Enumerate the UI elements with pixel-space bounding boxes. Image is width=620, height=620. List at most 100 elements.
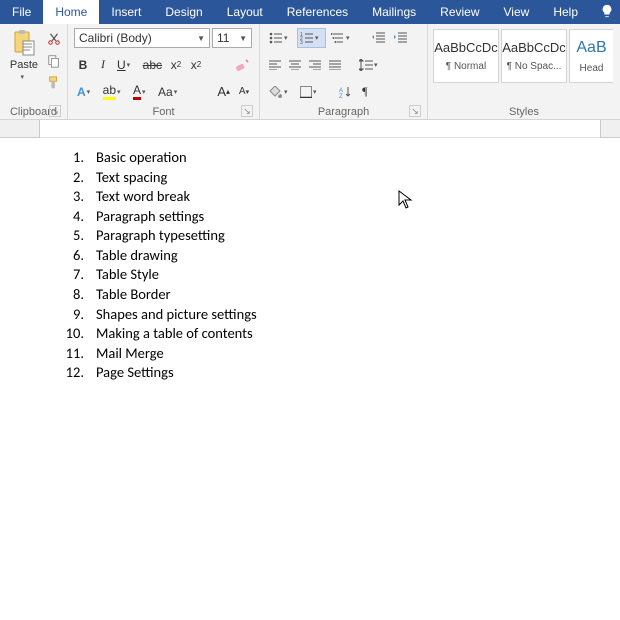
- copy-button[interactable]: [44, 50, 64, 72]
- tab-mailings[interactable]: Mailings: [360, 0, 428, 24]
- list-text: Text word break: [96, 187, 190, 207]
- tab-review[interactable]: Review: [428, 0, 491, 24]
- align-center-button[interactable]: [286, 55, 304, 75]
- font-name-combo[interactable]: Calibri (Body)▼: [74, 28, 210, 48]
- increase-indent-button[interactable]: [391, 28, 411, 48]
- document-page[interactable]: 1.Basic operation2.Text spacing3.Text wo…: [0, 138, 620, 618]
- font-size-combo[interactable]: 11 ▼: [212, 28, 252, 48]
- underline-button[interactable]: U▾: [114, 55, 138, 75]
- tab-references[interactable]: References: [275, 0, 360, 24]
- list-item[interactable]: 1.Basic operation: [64, 148, 580, 168]
- ruler[interactable]: [0, 120, 620, 138]
- align-left-button[interactable]: [266, 55, 284, 75]
- group-label-font: Font: [152, 106, 174, 118]
- italic-button[interactable]: I: [94, 55, 112, 75]
- paste-label: Paste: [10, 59, 38, 71]
- group-paragraph: ▾ 123▾ ▾ ▾ ▾ ▾ AZ ¶: [260, 24, 428, 119]
- chevron-down-icon: ▾: [284, 88, 292, 96]
- list-text: Making a table of contents: [96, 324, 253, 344]
- subscript-button[interactable]: x2: [167, 55, 185, 75]
- borders-button[interactable]: ▾: [297, 82, 324, 102]
- list-text: Page Settings: [96, 363, 174, 383]
- list-text: Paragraph typesetting: [96, 226, 225, 246]
- shrink-font-button[interactable]: A▾: [235, 82, 253, 102]
- group-styles: AaBbCcDc ¶ Normal AaBbCcDc ¶ No Spac... …: [428, 24, 620, 119]
- text-effects-button[interactable]: A▾: [74, 82, 98, 102]
- list-number: 4.: [64, 207, 84, 227]
- list-item[interactable]: 5. Paragraph typesetting: [64, 226, 580, 246]
- list-text: Shapes and picture settings: [96, 305, 257, 325]
- list-item[interactable]: 9. Shapes and picture settings: [64, 305, 580, 325]
- align-right-button[interactable]: [306, 55, 324, 75]
- list-item[interactable]: 10.Making a table of contents: [64, 324, 580, 344]
- list-item[interactable]: 4.Paragraph settings: [64, 207, 580, 227]
- ribbon: Paste ▾ Clipboard ↘: [0, 24, 620, 120]
- sort-button[interactable]: AZ: [336, 82, 354, 102]
- highlight-button[interactable]: ab▾: [100, 82, 128, 102]
- list-item[interactable]: 12.Page Settings: [64, 363, 580, 383]
- list-text: Table Border: [96, 285, 171, 305]
- list-item[interactable]: 11.Mail Merge: [64, 344, 580, 364]
- tell-me-icon[interactable]: [594, 0, 620, 24]
- chevron-down-icon: ▾: [142, 88, 150, 96]
- svg-text:3: 3: [300, 40, 303, 44]
- chevron-down-icon: ▾: [284, 34, 292, 42]
- decrease-indent-button[interactable]: [369, 28, 389, 48]
- group-label-paragraph: Paragraph: [318, 106, 369, 118]
- tab-design[interactable]: Design: [153, 0, 214, 24]
- dialog-launcher-paragraph[interactable]: ↘: [409, 105, 421, 117]
- show-marks-button[interactable]: ¶: [356, 82, 374, 102]
- paste-button[interactable]: Paste ▾: [4, 28, 44, 82]
- justify-button[interactable]: [326, 55, 344, 75]
- tab-layout[interactable]: Layout: [215, 0, 275, 24]
- list-number: 5.: [64, 226, 84, 246]
- tab-view[interactable]: View: [492, 0, 542, 24]
- tab-insert[interactable]: Insert: [99, 0, 153, 24]
- list-item[interactable]: 8. Table Border: [64, 285, 580, 305]
- list-number: 9.: [64, 305, 84, 325]
- bullets-button[interactable]: ▾: [266, 28, 295, 48]
- chevron-down-icon: ▼: [197, 34, 205, 43]
- ribbon-tabs: File Home Insert Design Layout Reference…: [0, 0, 620, 24]
- change-case-button[interactable]: Aa▾: [155, 82, 185, 102]
- format-painter-button[interactable]: [44, 72, 64, 94]
- numbering-button[interactable]: 123▾: [297, 28, 326, 48]
- dialog-launcher-clipboard[interactable]: ↘: [49, 105, 61, 117]
- list-item[interactable]: 6.Table drawing: [64, 246, 580, 266]
- ruler-right: [600, 120, 620, 138]
- chevron-down-icon: ▾: [346, 34, 354, 42]
- grow-font-button[interactable]: A▴: [214, 82, 233, 102]
- list-text: Mail Merge: [96, 344, 164, 364]
- bold-button[interactable]: B: [74, 55, 92, 75]
- tab-help[interactable]: Help: [541, 0, 590, 24]
- list-item[interactable]: 7.Table Style: [64, 265, 580, 285]
- list-text: Table drawing: [96, 246, 178, 266]
- list-text: Text spacing: [96, 168, 167, 188]
- style-preview: AaBbCcDc: [434, 40, 498, 55]
- shading-button[interactable]: ▾: [266, 82, 295, 102]
- group-font: Calibri (Body)▼ 11 ▼ B I U▾ abc x2 x2 A▾: [68, 24, 260, 119]
- chevron-down-icon: ▾: [313, 88, 321, 96]
- dialog-launcher-font[interactable]: ↘: [241, 105, 253, 117]
- superscript-button[interactable]: x2: [187, 55, 205, 75]
- style-name: ¶ No Spac...: [502, 61, 566, 72]
- font-color-button[interactable]: A▾: [130, 82, 153, 102]
- clear-formatting-button[interactable]: [231, 55, 253, 75]
- list-item[interactable]: 2.Text spacing: [64, 168, 580, 188]
- group-clipboard: Paste ▾ Clipboard ↘: [0, 24, 68, 119]
- tab-file[interactable]: File: [0, 0, 43, 24]
- multilevel-list-button[interactable]: ▾: [328, 28, 357, 48]
- cut-button[interactable]: [44, 28, 64, 50]
- style-tile-nospacing[interactable]: AaBbCcDc ¶ No Spac...: [501, 29, 567, 83]
- style-name: ¶ Normal: [434, 61, 498, 72]
- line-spacing-button[interactable]: ▾: [356, 55, 385, 75]
- tab-home[interactable]: Home: [43, 0, 99, 24]
- style-tile-normal[interactable]: AaBbCcDc ¶ Normal: [433, 29, 499, 83]
- style-tile-heading[interactable]: AaB Head: [569, 29, 613, 83]
- list-item[interactable]: 3.Text word break: [64, 187, 580, 207]
- chevron-down-icon: ▾: [315, 34, 323, 42]
- list-number: 8.: [64, 285, 84, 305]
- font-size-value: 11: [217, 31, 235, 45]
- chevron-down-icon: ▼: [239, 34, 247, 43]
- strikethrough-button[interactable]: abc: [140, 55, 165, 75]
